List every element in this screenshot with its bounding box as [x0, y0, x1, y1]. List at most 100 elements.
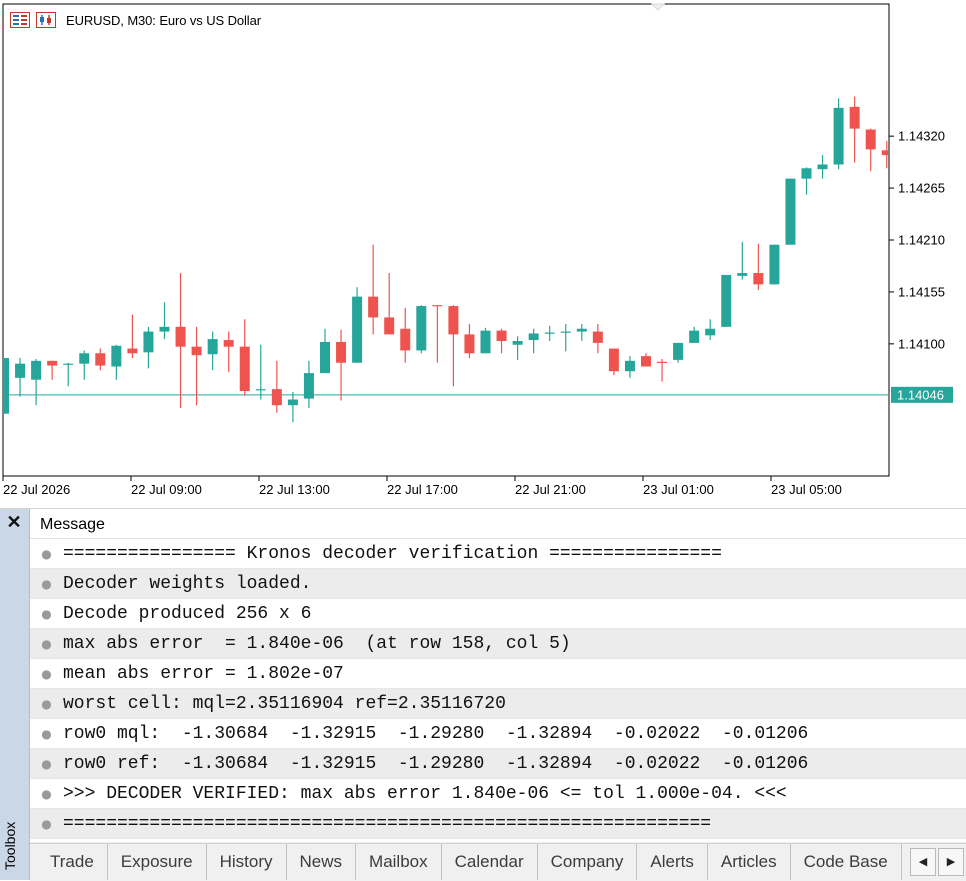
bullet-icon: ● — [41, 786, 52, 801]
tab-trade[interactable]: Trade — [30, 844, 108, 880]
candle-body[interactable] — [737, 273, 748, 276]
candle-body[interactable] — [865, 129, 876, 150]
candle-body[interactable] — [95, 353, 106, 366]
candle-body[interactable] — [833, 107, 844, 165]
candle-body[interactable] — [127, 348, 138, 354]
candle-body[interactable] — [111, 345, 122, 367]
candle-body[interactable] — [689, 330, 700, 343]
candle-body[interactable] — [464, 334, 475, 354]
journal-row[interactable]: ● ================ Kronos decoder verific… — [30, 539, 966, 569]
journal-row[interactable]: ● =======================================… — [30, 809, 966, 839]
candle-body[interactable] — [801, 168, 812, 179]
close-icon[interactable]: ✕ — [5, 513, 23, 531]
tab-alerts[interactable]: Alerts — [637, 844, 708, 880]
tab-company[interactable]: Company — [538, 844, 638, 880]
tab-news[interactable]: News — [287, 844, 357, 880]
journal-row[interactable]: ● Decoder weights loaded. — [30, 569, 966, 599]
tab-scroll-left-icon[interactable]: ◀ — [910, 848, 936, 876]
toolbox-tabs: Trade Exposure History News Mailbox Calendar C… — [30, 844, 908, 880]
bullet-icon: ● — [41, 816, 52, 831]
y-tick-label: 1.14100 — [898, 336, 945, 351]
candle-body[interactable] — [143, 331, 154, 353]
candle-body[interactable] — [705, 328, 716, 336]
candle-body[interactable] — [287, 399, 298, 406]
candle-body[interactable] — [63, 363, 74, 365]
candle-body[interactable] — [255, 389, 266, 391]
candle-body[interactable] — [191, 346, 202, 356]
candle-body[interactable] — [657, 361, 668, 363]
candle-body[interactable] — [496, 330, 507, 342]
candle-body[interactable] — [47, 360, 58, 366]
candle-body[interactable] — [175, 326, 186, 347]
candle-body[interactable] — [592, 331, 603, 343]
candle-body[interactable] — [512, 341, 523, 345]
candle-body[interactable] — [15, 363, 26, 378]
journal-row[interactable]: ● Decode produced 256 x 6 — [30, 599, 966, 629]
toolbox-label: Toolbox — [2, 821, 18, 870]
candle-body[interactable] — [400, 328, 411, 351]
journal-message: ================ Kronos decoder verifica… — [63, 543, 722, 564]
journal-row[interactable]: ● row0 ref: -1.30684 -1.32915 -1.29280 -1… — [30, 749, 966, 779]
candle-body[interactable] — [560, 331, 571, 333]
journal-row[interactable]: ● mean abs error = 1.802e-07 — [30, 659, 966, 689]
candle-body[interactable] — [336, 341, 347, 363]
candle-body[interactable] — [544, 332, 555, 334]
tab-scroll-right-icon[interactable]: ▶ — [938, 848, 964, 876]
candle-body[interactable] — [239, 346, 250, 392]
journal-row[interactable]: ● max abs error = 1.840e-06 (at row 158, … — [30, 629, 966, 659]
bullet-icon: ● — [41, 696, 52, 711]
toolbox-tabbar: Trade Exposure History News Mailbox Calendar C… — [30, 843, 966, 881]
chart-menu-icon[interactable] — [10, 12, 30, 28]
candle-body[interactable] — [641, 356, 651, 367]
candle-body[interactable] — [416, 306, 427, 351]
candle-body[interactable] — [352, 296, 363, 363]
candle-body[interactable] — [271, 389, 282, 406]
candle-body[interactable] — [785, 178, 796, 245]
candle-body[interactable] — [384, 317, 395, 335]
candle-body[interactable] — [223, 340, 234, 347]
candle-body[interactable] — [673, 342, 684, 360]
column-header-message[interactable]: Message — [30, 509, 966, 539]
candle-body[interactable] — [624, 360, 635, 372]
candle-body[interactable] — [448, 306, 459, 335]
candle-body[interactable] — [159, 326, 170, 332]
candle-body[interactable] — [320, 341, 330, 374]
candle-body[interactable] — [769, 244, 780, 285]
candle-body[interactable] — [303, 373, 314, 399]
tab-history[interactable]: History — [207, 844, 287, 880]
indicator-list-icon[interactable] — [36, 12, 56, 28]
candle-body[interactable] — [0, 358, 9, 414]
candle-body[interactable] — [608, 348, 619, 372]
candle-body[interactable] — [721, 274, 732, 327]
candle-body[interactable] — [207, 339, 218, 355]
journal-row[interactable]: ● >>> DECODER VERIFIED: max abs error 1.8… — [30, 779, 966, 809]
candle-body[interactable] — [576, 328, 587, 332]
journal-row[interactable]: ● row0 mql: -1.30684 -1.32915 -1.29280 -1… — [30, 719, 966, 749]
candle-body[interactable] — [528, 333, 539, 341]
journal-message: Decode produced 256 x 6 — [63, 603, 312, 624]
journal-rows: ● ================ Kronos decoder verific… — [30, 539, 966, 839]
candle-body[interactable] — [79, 353, 90, 364]
x-tick-label: 22 Jul 13:00 — [259, 482, 330, 497]
tab-code-base[interactable]: Code Base — [791, 844, 902, 880]
tab-mailbox[interactable]: Mailbox — [356, 844, 442, 880]
tab-calendar[interactable]: Calendar — [442, 844, 538, 880]
chart-window[interactable]: 1.14320 1.14265 1.14210 1.14155 1.14100 22 Ju… — [0, 0, 966, 508]
chart-header: EURUSD, M30: Euro vs US Dollar — [10, 10, 261, 30]
journal-message: row0 ref: -1.30684 -1.32915 -1.29280 -1.… — [63, 753, 809, 774]
y-tick-label: 1.14155 — [898, 284, 945, 299]
bullet-icon: ● — [41, 576, 52, 591]
candle-body[interactable] — [881, 150, 892, 156]
candle-body[interactable] — [432, 305, 443, 307]
candle-body[interactable] — [817, 164, 828, 170]
tab-exposure[interactable]: Exposure — [108, 844, 207, 880]
candle-body[interactable] — [31, 360, 42, 380]
candle-body[interactable] — [753, 273, 764, 285]
journal-list[interactable]: Message ● ================ Kronos decoder… — [30, 509, 966, 842]
candle-body[interactable] — [849, 106, 860, 129]
journal-row[interactable]: ● worst cell: mql=2.35116904 ref=2.351167… — [30, 689, 966, 719]
chart-canvas[interactable]: 1.14320 1.14265 1.14210 1.14155 1.14100 22 Ju… — [0, 0, 966, 508]
candle-body[interactable] — [480, 330, 491, 354]
tab-articles[interactable]: Articles — [708, 844, 791, 880]
candle-body[interactable] — [368, 296, 379, 318]
